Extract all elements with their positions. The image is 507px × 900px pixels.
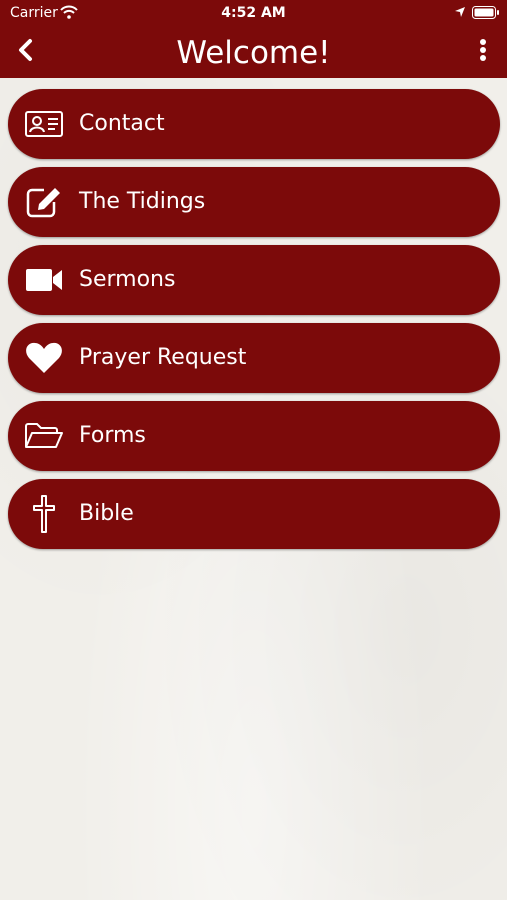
- edit-pencil-icon: [24, 182, 64, 222]
- location-icon: [454, 6, 466, 22]
- vertical-dots-icon: [479, 38, 487, 66]
- battery-icon: [472, 6, 500, 23]
- contact-card-icon: [24, 104, 64, 144]
- menu-item-forms[interactable]: Forms: [8, 401, 500, 471]
- nav-bar: Welcome!: [0, 28, 507, 78]
- heart-icon: [24, 338, 64, 378]
- more-options-button[interactable]: [468, 34, 498, 70]
- app-header: Carrier 4:52 AM Welcome!: [0, 0, 507, 78]
- menu-item-label: The Tidings: [79, 189, 206, 214]
- menu-item-label: Prayer Request: [79, 345, 247, 370]
- menu-item-sermons[interactable]: Sermons: [8, 245, 500, 315]
- menu-list: Contact The Tidings Sermons Prayer Reque…: [8, 89, 500, 557]
- menu-item-contact[interactable]: Contact: [8, 89, 500, 159]
- status-bar: Carrier 4:52 AM: [0, 0, 507, 28]
- cross-icon: [24, 494, 64, 534]
- video-camera-icon: [24, 260, 64, 300]
- page-title: Welcome!: [176, 35, 331, 71]
- menu-item-prayer-request[interactable]: Prayer Request: [8, 323, 500, 393]
- menu-item-label: Bible: [79, 501, 134, 526]
- folder-open-icon: [24, 416, 64, 456]
- menu-item-label: Contact: [79, 111, 165, 136]
- menu-item-label: Forms: [79, 423, 146, 448]
- status-time: 4:52 AM: [221, 5, 286, 21]
- menu-item-the-tidings[interactable]: The Tidings: [8, 167, 500, 237]
- menu-item-label: Sermons: [79, 267, 176, 292]
- menu-item-bible[interactable]: Bible: [8, 479, 500, 549]
